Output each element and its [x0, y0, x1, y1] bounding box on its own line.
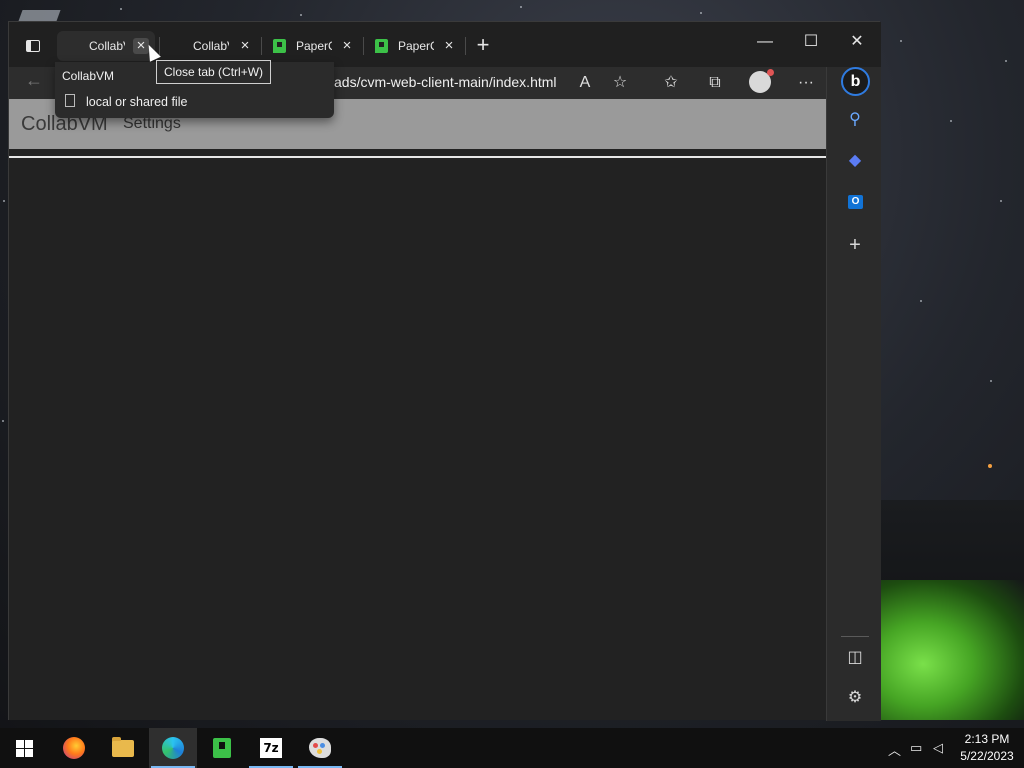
hover-card-subtitle: local or shared file	[86, 95, 188, 109]
add-icon[interactable]: +	[842, 232, 868, 258]
sidebar-toggle-icon[interactable]: ◫	[842, 645, 868, 671]
close-tab-icon[interactable]: ×	[237, 38, 253, 54]
tab-papercut-2[interactable]: PaperCut ×	[365, 31, 463, 61]
edge-icon	[162, 737, 184, 759]
tab-label: CollabVM	[193, 39, 229, 53]
network-icon[interactable]: ▭	[910, 740, 922, 756]
new-tab-button[interactable]: +	[471, 34, 495, 58]
tab-label: PaperCut	[296, 39, 332, 53]
collections-icon[interactable]: ⧉	[702, 70, 728, 96]
paper-icon	[375, 39, 388, 53]
title-bar: CollabVM × CollabVM × PaperCut × PaperCu…	[9, 22, 881, 131]
close-tab-icon[interactable]: ×	[339, 38, 355, 54]
glowing-tent	[880, 580, 1024, 720]
notepad-plus-icon	[213, 738, 231, 758]
paint-icon	[309, 738, 331, 758]
divider	[9, 156, 826, 158]
browser-window: CollabVM × CollabVM × PaperCut × PaperCu…	[8, 21, 881, 721]
taskbar-edge[interactable]	[149, 728, 197, 768]
bing-icon[interactable]: b	[841, 67, 870, 96]
7zip-icon: 7z	[260, 738, 282, 758]
taskbar-firefox[interactable]	[50, 728, 98, 768]
file-icon	[65, 94, 75, 107]
taskbar-paint[interactable]	[296, 728, 344, 768]
show-hidden-icons-icon[interactable]: ︿	[888, 740, 901, 759]
settings-icon[interactable]: ⚙	[842, 685, 868, 711]
tab-label: CollabVM	[89, 39, 125, 53]
start-button[interactable]	[0, 728, 48, 768]
edge-sidebar: b ⚲ ◆ O + ◫ ⚙	[826, 67, 881, 721]
profile-avatar-icon[interactable]	[749, 69, 774, 93]
clock-time: 2:13 PM	[964, 732, 1010, 746]
hover-card-title: CollabVM	[62, 69, 115, 83]
clock-date: 5/22/2023	[960, 749, 1014, 763]
favorites-icon[interactable]: ✩	[658, 70, 684, 96]
tab-label: PaperCut	[398, 39, 434, 53]
windows-logo-icon	[15, 739, 33, 757]
taskbar-notepad-plus[interactable]	[198, 728, 246, 768]
distant-light	[988, 464, 992, 468]
volume-muted-icon[interactable]: ◁	[933, 740, 943, 756]
address-bar-url[interactable]: ads/cvm-web-client-main/index.html	[334, 74, 557, 90]
add-favorite-icon[interactable]: ☆	[607, 70, 633, 96]
taskbar-7zip[interactable]: 7z	[247, 728, 295, 768]
read-aloud-icon[interactable]: A	[572, 70, 598, 96]
folder-icon	[112, 736, 134, 757]
close-window-button[interactable]: ✕	[834, 28, 880, 56]
search-icon[interactable]: ⚲	[842, 107, 868, 133]
tab-collabvm-2[interactable]: CollabVM ×	[161, 31, 259, 131]
minimize-button[interactable]: —	[742, 28, 788, 56]
outlook-icon[interactable]: O	[848, 195, 863, 209]
tab-actions-menu-icon[interactable]	[21, 34, 45, 58]
tab-collabvm-1[interactable]: CollabVM ×	[57, 31, 155, 131]
close-tab-icon[interactable]: ×	[441, 38, 457, 54]
back-arrow-icon[interactable]: ←	[25, 70, 43, 91]
web-page: CollabVM Settings	[9, 99, 826, 720]
system-clock[interactable]: 2:13 PM 5/22/2023	[950, 731, 1024, 765]
tab-papercut-1[interactable]: PaperCut ×	[263, 31, 361, 61]
firefox-icon	[63, 737, 85, 759]
maximize-button[interactable]: ☐	[788, 28, 834, 56]
taskbar-file-explorer[interactable]	[99, 728, 147, 768]
taskbar: 7z ︿ ▭ ◁ 2:13 PM 5/22/2023	[0, 728, 1024, 768]
close-tab-tooltip: Close tab (Ctrl+W)	[156, 60, 272, 84]
sidebar-divider	[841, 636, 869, 637]
more-icon[interactable]: ···	[793, 70, 819, 96]
games-icon[interactable]: ◆	[842, 148, 868, 174]
paper-icon	[273, 39, 286, 53]
